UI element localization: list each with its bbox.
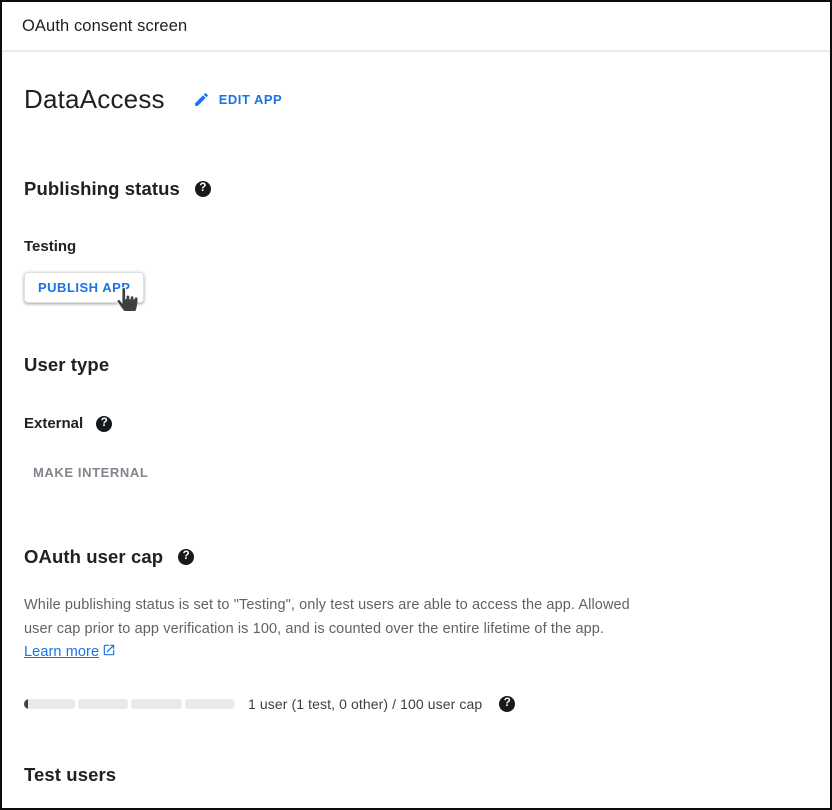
user-type-heading-label: User type <box>24 354 109 376</box>
user-type-external-label: External <box>24 415 83 433</box>
edit-app-label: EDIT APP <box>219 92 282 107</box>
publish-app-button[interactable]: PUBLISH APP <box>24 272 144 303</box>
publishing-status-heading: Publishing status ? <box>24 178 808 200</box>
help-icon[interactable]: ? <box>178 549 194 565</box>
page-title: OAuth consent screen <box>22 17 187 36</box>
app-name-row: DataAccess EDIT APP <box>24 82 808 116</box>
user-type-heading: User type <box>24 354 808 376</box>
app-name: DataAccess <box>24 82 165 116</box>
user-cap-description: While publishing status is set to "Testi… <box>24 594 644 665</box>
publishing-status-value: Testing <box>24 238 808 256</box>
publishing-status-heading-label: Publishing status <box>24 178 180 200</box>
edit-app-button[interactable]: EDIT APP <box>193 91 282 108</box>
user-type-value: External ? <box>24 415 808 433</box>
user-cap-usage-row: 1 user (1 test, 0 other) / 100 user cap … <box>24 696 808 712</box>
progress-segment <box>131 699 182 709</box>
progress-segment <box>78 699 129 709</box>
learn-more-label: Learn more <box>24 641 99 665</box>
learn-more-link[interactable]: Learn more <box>24 641 116 665</box>
user-cap-usage-label: 1 user (1 test, 0 other) / 100 user cap <box>248 696 482 712</box>
help-icon[interactable]: ? <box>96 416 112 432</box>
help-icon[interactable]: ? <box>195 181 211 197</box>
pencil-icon <box>193 91 210 108</box>
oauth-user-cap-heading-label: OAuth user cap <box>24 546 163 568</box>
test-users-heading: Test users <box>24 764 808 786</box>
help-icon[interactable]: ? <box>499 696 515 712</box>
page-header: OAuth consent screen <box>2 2 830 52</box>
user-cap-progress <box>24 699 235 709</box>
progress-segment <box>24 699 75 709</box>
open-in-new-icon <box>102 641 116 665</box>
status-testing-label: Testing <box>24 238 76 256</box>
test-users-heading-label: Test users <box>24 764 116 786</box>
main-content: DataAccess EDIT APP Publishing status ? … <box>2 82 830 786</box>
oauth-consent-page: OAuth consent screen DataAccess EDIT APP… <box>0 0 832 810</box>
progress-fill <box>24 699 28 709</box>
oauth-user-cap-heading: OAuth user cap ? <box>24 546 808 568</box>
user-cap-description-text: While publishing status is set to "Testi… <box>24 597 630 637</box>
publish-app-button-wrap: PUBLISH APP <box>24 272 144 303</box>
make-internal-button[interactable]: MAKE INTERNAL <box>25 457 156 488</box>
progress-segment <box>185 699 236 709</box>
